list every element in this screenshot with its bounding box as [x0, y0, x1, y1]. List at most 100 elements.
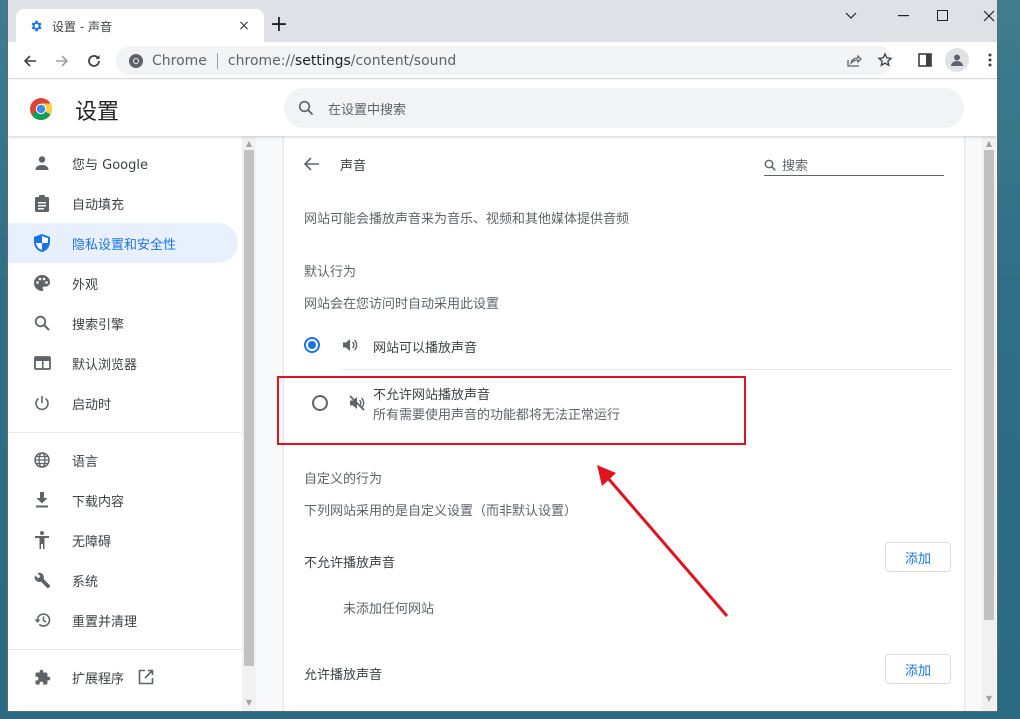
sidebar-item-languages[interactable]: 语言 [8, 440, 238, 480]
main-scrollbar[interactable]: ▲ ▼ [982, 136, 996, 711]
tab-close-icon[interactable]: × [234, 16, 254, 36]
url-path: /content/sound [350, 52, 457, 69]
sidebar-item-label: 启动时 [72, 397, 112, 413]
scroll-up-arrow-icon[interactable]: ▲ [982, 138, 996, 150]
open-in-new-icon [138, 668, 156, 686]
page-search-placeholder: 搜索 [782, 159, 809, 174]
side-panel-icon [918, 53, 932, 67]
address-bar[interactable]: Chrome chrome://settings/content/sound [116, 46, 892, 75]
tab-search-button[interactable] [828, 0, 874, 32]
forward-button[interactable] [50, 49, 74, 73]
maximize-icon [937, 10, 948, 21]
back-button[interactable] [18, 49, 42, 73]
person-icon [32, 153, 52, 173]
close-icon [983, 10, 995, 22]
radio-allow-sound[interactable] [304, 337, 320, 353]
sidebar-item-system[interactable]: 系统 [8, 560, 238, 600]
wrench-icon [32, 570, 52, 590]
sidebar-item-downloads[interactable]: 下载内容 [8, 480, 238, 520]
option-divider [342, 369, 952, 370]
sidebar-item-label: 语言 [72, 454, 99, 470]
minimize-icon [898, 15, 909, 17]
sidebar-divider [8, 649, 242, 650]
clipboard-icon [32, 193, 52, 213]
gear-icon [28, 18, 44, 34]
sidebar-item-label: 隐私设置和安全性 [72, 237, 177, 253]
bookmark-button[interactable] [874, 49, 896, 71]
title-bar: 设置 - 声音 × + [8, 0, 997, 43]
sidebar-item-label: 您与 Google [72, 157, 148, 173]
browser-toolbar: Chrome chrome://settings/content/sound [8, 42, 997, 79]
browser-icon [32, 353, 52, 373]
chevron-down-icon [845, 12, 857, 19]
sidebar-item-label: 扩展程序 [72, 671, 125, 687]
sidebar-item-reset[interactable]: 重置并清理 [8, 600, 238, 640]
sidebar-item-extensions[interactable]: 扩展程序 [8, 657, 238, 697]
allowed-sites-label: 允许播放声音 [304, 668, 383, 683]
tab-settings-sound[interactable]: 设置 - 声音 × [16, 9, 264, 43]
close-window-button[interactable] [966, 0, 997, 32]
search-icon [298, 100, 314, 116]
page-search-input[interactable]: 搜索 [764, 154, 944, 176]
back-arrow-button[interactable] [303, 156, 324, 172]
page-description: 网站可能会播放声音来为音乐、视频和其他媒体提供音频 [304, 212, 630, 227]
browser-window: 设置 - 声音 × + Chrome chrome://settings/con… [8, 0, 997, 711]
palette-icon [32, 273, 52, 293]
default-behavior-subheading: 网站会在您访问时自动采用此设置 [304, 297, 500, 312]
download-icon [32, 490, 52, 510]
share-button[interactable] [843, 49, 865, 71]
forward-icon [56, 55, 69, 67]
back-icon [23, 55, 36, 67]
scroll-down-arrow-icon[interactable]: ▼ [242, 697, 256, 709]
maximize-button[interactable] [920, 0, 966, 32]
sidebar-scrollbar[interactable]: ▲ ▼ [242, 136, 256, 711]
sidebar-item-default-browser[interactable]: 默认浏览器 [8, 343, 238, 383]
option-allow-sound-label[interactable]: 网站可以播放声音 [373, 337, 477, 356]
sidebar-item-label: 自动填充 [72, 197, 125, 213]
sidebar-item-label: 默认浏览器 [72, 357, 138, 373]
accessibility-icon [32, 530, 52, 550]
search-icon [32, 313, 52, 333]
reload-button[interactable] [82, 49, 106, 73]
sidebar-item-you-and-google[interactable]: 您与 Google [8, 143, 238, 183]
settings-search-input[interactable]: 在设置中搜索 [284, 88, 964, 128]
add-blocked-site-button[interactable]: 添加 [885, 542, 951, 572]
blocked-sites-empty-text: 未添加任何网站 [343, 602, 435, 617]
omnibox-separator [216, 52, 218, 69]
tab-title: 设置 - 声音 [52, 19, 112, 34]
annotation-highlight-box [277, 376, 746, 445]
chrome-site-icon [129, 53, 143, 68]
sidebar-item-accessibility[interactable]: 无障碍 [8, 520, 238, 560]
custom-behavior-subheading: 下列网站采用的是自定义设置（而非默认设置） [304, 504, 578, 519]
reload-icon [88, 55, 100, 67]
sidebar-item-label: 下载内容 [72, 494, 125, 510]
sidebar-item-label: 系统 [72, 574, 99, 590]
add-allowed-site-button[interactable]: 添加 [885, 654, 951, 684]
sidebar-item-appearance[interactable]: 外观 [8, 263, 238, 303]
sidebar-item-label: 重置并清理 [72, 614, 138, 630]
sidebar-item-on-startup[interactable]: 启动时 [8, 383, 238, 423]
sidebar-item-autofill[interactable]: 自动填充 [8, 183, 238, 223]
scroll-up-arrow-icon[interactable]: ▲ [242, 138, 256, 150]
side-panel-button[interactable] [914, 49, 936, 71]
default-behavior-heading: 默认行为 [304, 265, 357, 280]
sidebar-item-label: 无障碍 [72, 534, 112, 550]
share-icon [847, 54, 862, 67]
sidebar-item-privacy-security[interactable]: 隐私设置和安全性 [8, 223, 238, 263]
url-host: settings [294, 52, 351, 69]
sidebar-item-label: 外观 [72, 277, 99, 293]
blocked-sites-label: 不允许播放声音 [304, 556, 396, 571]
profile-button[interactable] [945, 48, 969, 72]
main-scrollbar-thumb[interactable] [984, 150, 994, 620]
url-text[interactable]: chrome://settings/content/sound [228, 53, 456, 69]
scroll-down-arrow-icon[interactable]: ▼ [982, 693, 996, 705]
back-arrow-icon [303, 157, 319, 171]
volume-icon [342, 337, 358, 353]
new-tab-button[interactable]: + [268, 14, 290, 36]
sidebar-item-search-engine[interactable]: 搜索引擎 [8, 303, 238, 343]
chrome-logo-icon [30, 98, 52, 120]
menu-button[interactable] [979, 49, 997, 71]
menu-icon [988, 53, 992, 67]
sidebar-scrollbar-thumb[interactable] [244, 150, 254, 666]
page-title: 声音 [340, 159, 367, 174]
